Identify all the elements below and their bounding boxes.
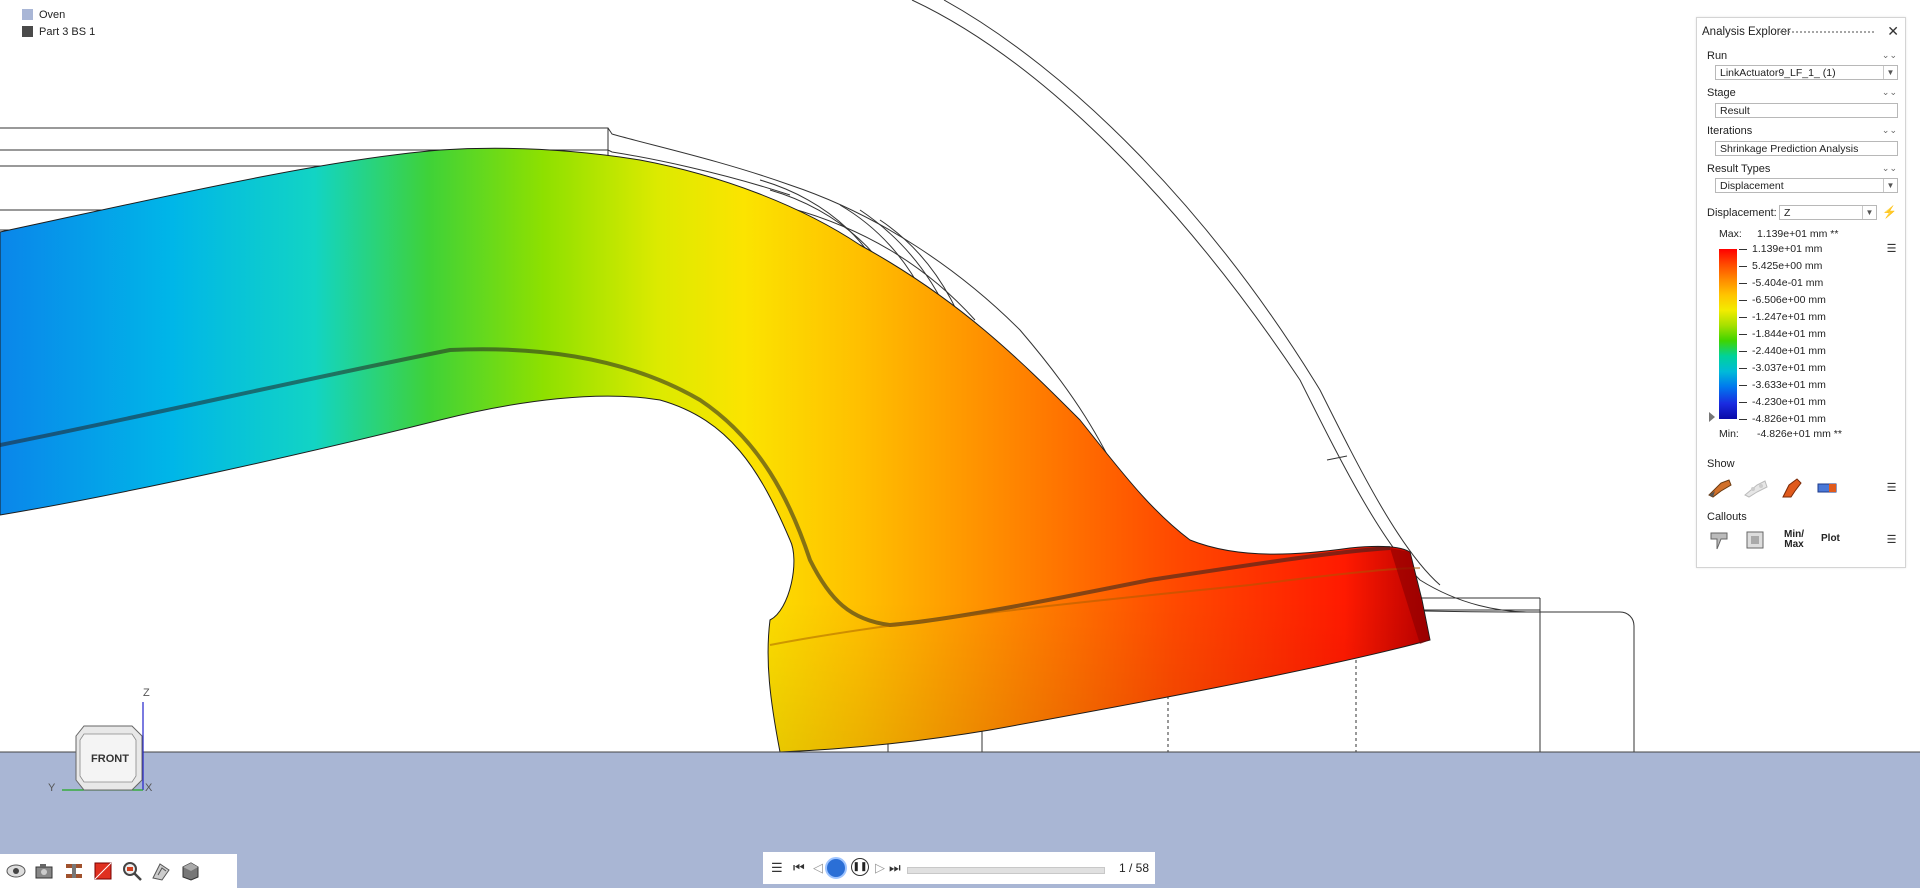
scale-label: 5.425e+00 mm (1739, 259, 1822, 273)
last-frame-icon[interactable]: ⏭ (889, 860, 901, 876)
view-cube-face-label: FRONT (91, 753, 129, 765)
step-forward-icon[interactable]: ▷ (875, 860, 885, 876)
legend-swatch (22, 9, 33, 20)
frame-counter: 1 / 58 (1119, 861, 1150, 875)
chevron-collapse-icon[interactable]: ⌄⌄ (1882, 87, 1897, 98)
legend-swatch (22, 26, 33, 37)
result-types-select[interactable]: Displacement ▼ (1715, 178, 1898, 193)
panel-title: Analysis Explorer (1702, 26, 1791, 38)
eye-icon[interactable] (5, 860, 27, 882)
axis-y-label: Y (48, 782, 56, 794)
scale-menu-icon[interactable]: ☰ (1886, 244, 1897, 255)
show-result-overlay-icon[interactable] (1779, 477, 1805, 499)
callouts-menu-icon[interactable]: ☰ (1886, 535, 1897, 546)
legend-label: Part 3 BS 1 (39, 25, 96, 38)
part-result-contour[interactable] (0, 147, 1431, 753)
legend-item-oven: Oven (22, 6, 95, 23)
show-mold-icon[interactable] (1815, 477, 1841, 499)
chevron-collapse-icon[interactable]: ⌄⌄ (1882, 50, 1897, 61)
chevron-collapse-icon[interactable]: ⌄⌄ (1882, 163, 1897, 174)
scale-label: -2.440e+01 mm (1739, 344, 1826, 358)
stage-field[interactable]: Result (1715, 103, 1898, 118)
stage-field-value: Result (1720, 105, 1750, 117)
chevron-down-icon[interactable]: ▼ (1883, 66, 1897, 79)
scale-label: -3.037e+01 mm (1739, 361, 1826, 375)
min-value: -4.826e+01 mm ** (1757, 428, 1842, 440)
min-label: Min: (1719, 428, 1739, 440)
lightning-icon[interactable]: ⚡ (1882, 205, 1897, 219)
analysis-explorer-panel: Analysis Explorer ✕ Run ⌄⌄ LinkActuator9… (1696, 17, 1906, 568)
camera-icon[interactable] (34, 860, 56, 882)
max-readout: Max: 1.139e+01 mm ** (1719, 228, 1838, 240)
box-view-icon[interactable] (179, 860, 201, 882)
max-value: 1.139e+01 mm ** (1757, 228, 1839, 240)
show-undeformed-part-icon[interactable] (1743, 477, 1769, 499)
animation-playback-bar: ☰ ⏮ ◁ ❚❚ ▷ ⏭ 1 / 58 (763, 852, 1155, 884)
run-select-value: LinkActuator9_LF_1_ (1) (1720, 67, 1836, 79)
scale-label: -4.826e+01 mm (1739, 412, 1826, 426)
result-types-value: Displacement (1720, 180, 1784, 192)
axis-x-label: X (145, 782, 153, 794)
legend-label: Oven (39, 8, 66, 21)
iterations-field-value: Shrinkage Prediction Analysis (1720, 143, 1859, 155)
run-select[interactable]: LinkActuator9_LF_1_ (1) ▼ (1715, 65, 1898, 80)
scale-marker-icon[interactable] (1709, 412, 1715, 422)
callouts-label: Callouts (1707, 511, 1747, 523)
scale-label: -3.633e+01 mm (1739, 378, 1826, 392)
section-cut-icon[interactable] (63, 860, 85, 882)
component-select[interactable]: Z ▼ (1779, 205, 1877, 220)
scale-label: 1.139e+01 mm (1739, 242, 1822, 256)
component-label: Displacement: (1707, 207, 1777, 219)
area-callout-icon[interactable] (1743, 529, 1769, 551)
result-contour-icon[interactable] (92, 860, 114, 882)
chevron-collapse-icon[interactable]: ⌄⌄ (1882, 125, 1897, 136)
menu-icon[interactable]: ☰ (771, 860, 783, 876)
run-label: Run (1707, 50, 1728, 62)
scale-label: -1.247e+01 mm (1739, 310, 1826, 324)
first-frame-icon[interactable]: ⏮ (793, 860, 805, 876)
plot-button[interactable]: Plot (1821, 533, 1840, 544)
legend-item-part: Part 3 BS 1 (22, 23, 95, 40)
zoom-fit-icon[interactable] (121, 860, 143, 882)
transparency-icon[interactable] (150, 860, 172, 882)
record-icon[interactable] (825, 857, 847, 879)
model-view[interactable]: Z Y X FRONT (0, 0, 1920, 888)
chevron-down-icon[interactable]: ▼ (1883, 179, 1897, 192)
component-value: Z (1784, 207, 1791, 219)
axis-z-label: Z (143, 687, 150, 699)
stage-label: Stage (1707, 87, 1736, 99)
min-max-callout-button[interactable]: Min/ Max (1783, 530, 1805, 550)
iterations-label: Iterations (1707, 125, 1753, 137)
color-scale-bar (1719, 249, 1737, 419)
show-label: Show (1707, 458, 1735, 470)
panel-drag-handle[interactable] (1779, 30, 1875, 34)
scale-label: -6.506e+00 mm (1739, 293, 1826, 307)
graphics-viewport[interactable]: Z Y X FRONT Oven Part 3 BS 1 (0, 0, 1920, 888)
min-readout: Min: -4.826e+01 mm ** (1719, 428, 1842, 440)
show-menu-icon[interactable]: ☰ (1886, 483, 1897, 494)
frame-slider[interactable] (907, 867, 1105, 874)
probe-callout-icon[interactable] (1707, 529, 1733, 551)
scene-legend: Oven Part 3 BS 1 (22, 6, 95, 40)
step-back-icon[interactable]: ◁ (813, 860, 823, 876)
chevron-down-icon[interactable]: ▼ (1862, 206, 1876, 219)
max-label: Max: (1719, 228, 1742, 240)
pause-icon[interactable]: ❚❚ (851, 858, 869, 876)
result-types-label: Result Types (1707, 163, 1771, 175)
iterations-field[interactable]: Shrinkage Prediction Analysis (1715, 141, 1898, 156)
scale-label: -4.230e+01 mm (1739, 395, 1826, 409)
scale-label: -5.404e-01 mm (1739, 276, 1823, 290)
show-deformed-part-icon[interactable] (1707, 477, 1733, 499)
scale-label: -1.844e+01 mm (1739, 327, 1826, 341)
close-icon[interactable]: ✕ (1887, 23, 1899, 40)
view-toolbar (0, 854, 237, 888)
